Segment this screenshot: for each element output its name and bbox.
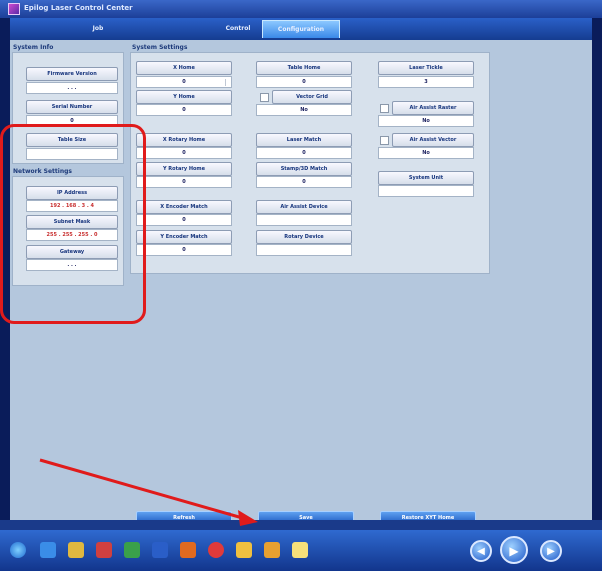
system-info-title: System Info xyxy=(13,44,54,51)
x-home-spinner[interactable] xyxy=(225,79,229,86)
taskbar: ◀ ▶ ▶ xyxy=(0,530,602,571)
y-encoder-match-label: Y Encoder Match xyxy=(136,230,232,244)
x-home-field[interactable]: 0 xyxy=(136,76,232,88)
laser-tickle-field[interactable]: 3 xyxy=(378,76,474,88)
screen: Epilog Laser Control Center Job Control … xyxy=(0,0,602,571)
rotary-device-field[interactable] xyxy=(256,244,352,256)
window-title: Epilog Laser Control Center xyxy=(24,4,133,12)
start-orb-icon[interactable] xyxy=(10,542,26,558)
laser-match-field[interactable]: 0 xyxy=(256,147,352,159)
pdf-icon[interactable] xyxy=(96,542,112,558)
air-assist-vector-field[interactable]: No xyxy=(378,147,474,159)
tab-bar: Job Control Configuration xyxy=(10,18,592,40)
system-unit-field[interactable] xyxy=(378,185,474,197)
y-rotary-home-label: Y Rotary Home xyxy=(136,162,232,176)
air-assist-vector-label: Air Assist Vector xyxy=(392,133,474,147)
file-explorer-icon[interactable] xyxy=(68,542,84,558)
app-icon[interactable] xyxy=(180,542,196,558)
x-home-label: X Home xyxy=(136,61,232,75)
network-highlight-box xyxy=(0,124,146,324)
media-icon[interactable] xyxy=(208,542,224,558)
air-assist-raster-checkbox[interactable] xyxy=(380,104,389,113)
table-home-field[interactable]: 0 xyxy=(256,76,352,88)
system-settings-title: System Settings xyxy=(132,44,188,51)
air-assist-device-label: Air Assist Device xyxy=(256,200,352,214)
table-home-label: Table Home xyxy=(256,61,352,75)
tab-configuration[interactable]: Configuration xyxy=(262,20,340,38)
paint-icon[interactable] xyxy=(236,542,252,558)
y-home-label: Y Home xyxy=(136,90,232,104)
internet-explorer-icon[interactable] xyxy=(40,542,56,558)
air-assist-vector-checkbox[interactable] xyxy=(380,136,389,145)
x-rotary-home-label: X Rotary Home xyxy=(136,133,232,147)
firmware-version-field[interactable]: . . . xyxy=(26,82,118,94)
word-icon[interactable] xyxy=(152,542,168,558)
x-encoder-match-label: X Encoder Match xyxy=(136,200,232,214)
vector-grid-label: Vector Grid xyxy=(272,90,352,104)
status-strip xyxy=(0,520,602,530)
title-bar: Epilog Laser Control Center xyxy=(0,0,602,18)
y-rotary-home-field[interactable]: 0 xyxy=(136,176,232,188)
laser-match-label: Laser Match xyxy=(256,133,352,147)
air-assist-raster-field[interactable]: No xyxy=(378,115,474,127)
serial-number-label: Serial Number xyxy=(26,100,118,114)
laser-tickle-label: Laser Tickle xyxy=(378,61,474,75)
app-logo-icon xyxy=(8,3,20,15)
y-home-field[interactable]: 0 xyxy=(136,104,232,116)
notes-icon[interactable] xyxy=(292,542,308,558)
system-unit-label: System Unit xyxy=(378,171,474,185)
previous-icon[interactable]: ◀ xyxy=(470,540,492,562)
rotary-device-label: Rotary Device xyxy=(256,230,352,244)
y-encoder-match-field[interactable]: 0 xyxy=(136,244,232,256)
spreadsheet-icon[interactable] xyxy=(124,542,140,558)
folder-icon[interactable] xyxy=(264,542,280,558)
vector-grid-field[interactable]: No xyxy=(256,104,352,116)
tab-job[interactable]: Job xyxy=(28,20,168,38)
stamp-3d-match-field[interactable]: 0 xyxy=(256,176,352,188)
vector-grid-checkbox[interactable] xyxy=(260,93,269,102)
x-rotary-home-field[interactable]: 0 xyxy=(136,147,232,159)
play-icon[interactable]: ▶ xyxy=(500,536,528,564)
air-assist-device-field[interactable] xyxy=(256,214,352,226)
next-icon[interactable]: ▶ xyxy=(540,540,562,562)
firmware-version-label: Firmware Version xyxy=(26,67,118,81)
x-encoder-match-field[interactable]: 0 xyxy=(136,214,232,226)
stamp-3d-match-label: Stamp/3D Match xyxy=(256,162,352,176)
air-assist-raster-label: Air Assist Raster xyxy=(392,101,474,115)
